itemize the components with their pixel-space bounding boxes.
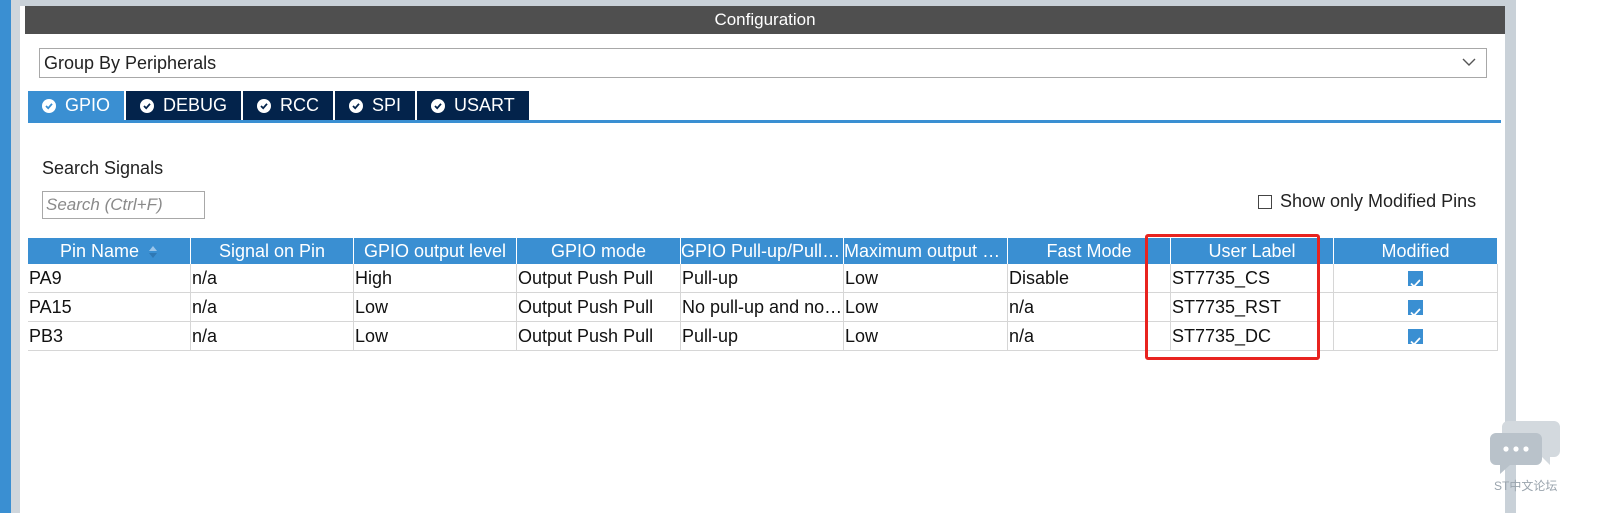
table-header: Pin Name Signal on Pin GPIO output level… [28, 238, 1498, 264]
cell-signal: n/a [191, 322, 354, 351]
cell-pull[interactable]: Pull-up [681, 264, 844, 293]
cell-fast[interactable]: n/a [1008, 322, 1171, 351]
tab-underline [28, 120, 1501, 123]
check-circle-icon [42, 98, 56, 113]
tab-usart[interactable]: USART [417, 91, 529, 120]
show-modified-pins-toggle[interactable]: Show only Modified Pins [1258, 191, 1476, 212]
check-circle-icon [349, 98, 364, 113]
table-row[interactable]: PA15 n/a Low Output Push Pull No pull-up… [28, 293, 1498, 322]
column-header-pin-name[interactable]: Pin Name [28, 238, 191, 264]
cell-pin: PB3 [28, 322, 191, 351]
cell-user-label[interactable]: ST7735_CS [1171, 264, 1334, 293]
cell-signal: n/a [191, 264, 354, 293]
cell-mode[interactable]: Output Push Pull [517, 293, 681, 322]
show-modified-pins-label: Show only Modified Pins [1280, 191, 1477, 211]
column-header-signal[interactable]: Signal on Pin [191, 238, 354, 264]
check-circle-icon [140, 98, 155, 113]
column-header-pull[interactable]: GPIO Pull-up/Pull-down [681, 238, 844, 264]
watermark-text: ST中文论坛 [1494, 479, 1558, 493]
cell-level[interactable]: Low [354, 322, 517, 351]
check-circle-icon [431, 98, 446, 113]
column-header-output-level[interactable]: GPIO output level [354, 238, 517, 264]
tab-spi[interactable]: SPI [335, 91, 416, 120]
cell-speed[interactable]: Low [844, 293, 1008, 322]
tab-label: SPI [372, 95, 402, 115]
cell-pull[interactable]: Pull-up [681, 322, 844, 351]
left-frame [11, 0, 20, 513]
cell-user-label[interactable]: ST7735_RST [1171, 293, 1334, 322]
sort-icon [149, 246, 158, 259]
cell-signal: n/a [191, 293, 354, 322]
tab-gpio[interactable]: GPIO [28, 91, 125, 120]
tab-rcc[interactable]: RCC [243, 91, 334, 120]
cell-modified[interactable] [1334, 322, 1498, 351]
check-circle-icon [257, 98, 272, 113]
cell-mode[interactable]: Output Push Pull [517, 322, 681, 351]
column-header-max-speed[interactable]: Maximum output speed [844, 238, 1008, 264]
tab-label: GPIO [65, 95, 111, 115]
table-row[interactable]: PA9 n/a High Output Push Pull Pull-up Lo… [28, 264, 1498, 293]
cell-speed[interactable]: Low [844, 322, 1008, 351]
group-by-value: Group By Peripherals [44, 53, 217, 73]
table-row[interactable]: PB3 n/a Low Output Push Pull Pull-up Low… [28, 322, 1498, 351]
group-by-select[interactable]: Group By Peripherals [39, 48, 1487, 78]
checkbox-checked-icon[interactable] [1408, 328, 1423, 346]
checkbox-checked-icon[interactable] [1408, 299, 1423, 317]
cell-modified[interactable] [1334, 264, 1498, 293]
cell-fast[interactable]: Disable [1008, 264, 1171, 293]
search-input[interactable]: Search (Ctrl+F) [42, 191, 205, 219]
cell-mode[interactable]: Output Push Pull [517, 264, 681, 293]
cell-speed[interactable]: Low [844, 264, 1008, 293]
tab-debug[interactable]: DEBUG [126, 91, 242, 120]
cell-level[interactable]: High [354, 264, 517, 293]
configuration-titlebar: Configuration [25, 6, 1505, 34]
column-header-modified[interactable]: Modified [1334, 238, 1498, 264]
cell-pin: PA15 [28, 293, 191, 322]
cell-level[interactable]: Low [354, 293, 517, 322]
peripheral-tabs: GPIO DEBUG RCC SPI USART [28, 91, 531, 120]
chevron-down-icon [1462, 58, 1476, 66]
column-header-fast-mode[interactable]: Fast Mode [1008, 238, 1171, 264]
tab-label: DEBUG [163, 95, 228, 115]
tab-label: RCC [280, 95, 320, 115]
column-header-gpio-mode[interactable]: GPIO mode [517, 238, 681, 264]
checkbox[interactable] [1258, 194, 1272, 209]
cell-pin: PA9 [28, 264, 191, 293]
checkbox-checked-icon[interactable] [1408, 270, 1423, 288]
search-signals-label: Search Signals [42, 158, 164, 178]
cell-modified[interactable] [1334, 293, 1498, 322]
cell-pull[interactable]: No pull-up and no pull-down [681, 293, 844, 322]
cell-fast[interactable]: n/a [1008, 293, 1171, 322]
pin-configuration-table: Pin Name Signal on Pin GPIO output level… [28, 238, 1498, 351]
column-header-user-label[interactable]: User Label [1171, 238, 1334, 264]
cell-user-label[interactable]: ST7735_DC [1171, 322, 1334, 351]
left-accent-strip [0, 0, 11, 513]
tab-label: USART [454, 95, 515, 115]
